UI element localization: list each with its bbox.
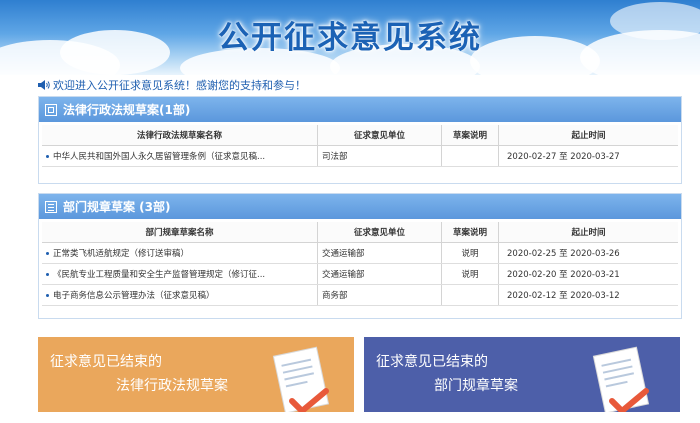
draft-note-link[interactable]: 说明 xyxy=(441,263,499,285)
rules-table: 部门规章草案名称 征求意见单位 草案说明 起止时间 正常类飞机适航规定（修订送审… xyxy=(42,222,678,306)
table-header-row: 部门规章草案名称 征求意见单位 草案说明 起止时间 xyxy=(42,222,678,243)
draft-name-link[interactable]: 正常类飞机适航规定（修订送审稿） xyxy=(42,242,318,264)
card-line2: 法律行政法规草案 xyxy=(116,378,228,394)
table-row[interactable]: 中华人民共和国外国人永久居留管理条例（征求意见稿... 司法部 2020-02-… xyxy=(42,145,678,167)
table-row[interactable]: 《民航专业工程质量和安全生产监督管理规定（修订征... 交通运输部 说明 202… xyxy=(42,263,678,285)
draft-unit: 交通运输部 xyxy=(317,242,442,264)
laws-panel-title: 法律行政法规草案(1部) xyxy=(63,103,191,117)
ended-laws-card[interactable]: 征求意见已结束的 法律行政法规草案 xyxy=(38,337,354,412)
bullet-icon xyxy=(46,155,49,158)
draft-unit: 商务部 xyxy=(317,284,442,306)
welcome-message: 欢迎进入公开征求意见系统！感谢您的支持和参与！ xyxy=(38,77,306,93)
column-header: 草案说明 xyxy=(441,222,499,243)
draft-unit: 交通运输部 xyxy=(317,263,442,285)
bullet-icon xyxy=(46,294,49,297)
header-banner: 公开征求意见系统 xyxy=(0,0,700,75)
column-header: 部门规章草案名称 xyxy=(42,222,318,243)
card-line1: 征求意见已结束的 xyxy=(376,354,488,370)
draft-unit: 司法部 xyxy=(317,145,442,167)
draft-note-link[interactable]: 说明 xyxy=(441,242,499,264)
draft-name-link[interactable]: 电子商务信息公示管理办法（征求意见稿） xyxy=(42,284,318,306)
draft-note-link[interactable] xyxy=(441,284,499,306)
table-row[interactable]: 正常类飞机适航规定（修订送审稿） 交通运输部 说明 2020-02-25 至 2… xyxy=(42,242,678,264)
rules-panel-title: 部门规章草案 (3部) xyxy=(63,200,171,214)
column-header: 起止时间 xyxy=(498,125,678,146)
welcome-text: 欢迎进入公开征求意见系统！感谢您的支持和参与！ xyxy=(53,79,306,92)
draft-name-link[interactable]: 《民航专业工程质量和安全生产监督管理规定（修订征... xyxy=(42,263,318,285)
column-header: 征求意见单位 xyxy=(317,125,442,146)
bullet-icon xyxy=(46,273,49,276)
laws-panel-header: 法律行政法规草案(1部) xyxy=(39,97,681,122)
site-title: 公开征求意见系统 xyxy=(218,20,482,56)
table-header-row: 法律行政法规草案名称 征求意见单位 草案说明 起止时间 xyxy=(42,125,678,146)
speaker-icon xyxy=(38,80,50,90)
draft-name-link[interactable]: 中华人民共和国外国人永久居留管理条例（征求意见稿... xyxy=(42,145,318,167)
column-header: 征求意见单位 xyxy=(317,222,442,243)
rules-panel: 部门规章草案 (3部) 部门规章草案名称 征求意见单位 草案说明 起止时间 正常… xyxy=(38,193,682,319)
draft-time: 2020-02-27 至 2020-03-27 xyxy=(498,145,678,167)
column-header: 起止时间 xyxy=(498,222,678,243)
draft-time: 2020-02-12 至 2020-03-12 xyxy=(498,284,678,306)
bullet-icon xyxy=(46,252,49,255)
document-check-icon xyxy=(592,346,650,412)
card-line2: 部门规章草案 xyxy=(434,378,518,394)
draft-note-link[interactable] xyxy=(441,145,499,167)
laws-panel: 法律行政法规草案(1部) 法律行政法规草案名称 征求意见单位 草案说明 起止时间… xyxy=(38,96,682,184)
column-header: 草案说明 xyxy=(441,125,499,146)
table-row[interactable]: 电子商务信息公示管理办法（征求意见稿） 商务部 2020-02-12 至 202… xyxy=(42,284,678,306)
draft-time: 2020-02-25 至 2020-03-26 xyxy=(498,242,678,264)
laws-table: 法律行政法规草案名称 征求意见单位 草案说明 起止时间 中华人民共和国外国人永久… xyxy=(42,125,678,167)
ended-rules-card[interactable]: 征求意见已结束的 部门规章草案 xyxy=(364,337,680,412)
draft-time: 2020-02-20 至 2020-03-21 xyxy=(498,263,678,285)
rules-panel-header: 部门规章草案 (3部) xyxy=(39,194,681,219)
rule-panel-icon xyxy=(45,200,57,213)
law-panel-icon xyxy=(45,103,57,116)
card-line1: 征求意见已结束的 xyxy=(50,354,162,370)
document-check-icon xyxy=(272,346,330,412)
column-header: 法律行政法规草案名称 xyxy=(42,125,318,146)
